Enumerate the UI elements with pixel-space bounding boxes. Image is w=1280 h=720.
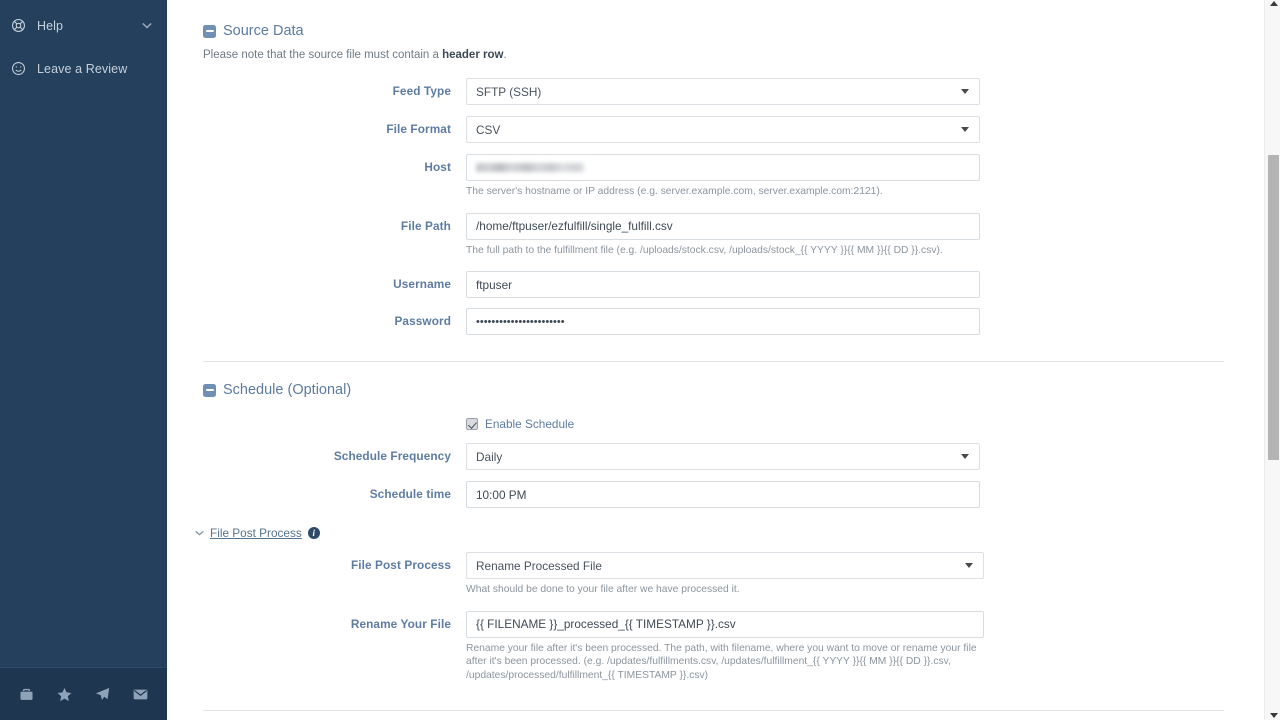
collapse-minus-icon[interactable] (203, 25, 216, 38)
vertical-scrollbar[interactable] (1264, 0, 1280, 720)
subsection-header-file-post-process[interactable]: File Post Process i (167, 526, 1259, 540)
main-content: Source Data Please note that the source … (167, 0, 1280, 720)
schedule-frequency-value: Daily (476, 450, 502, 464)
section-divider-schedule (203, 361, 1224, 362)
section-divider-field-mapping (203, 710, 1224, 711)
enable-schedule-label: Enable Schedule (485, 417, 574, 431)
field-row-feed-type: Feed Type SFTP (SSH) (167, 78, 1259, 105)
label-schedule-frequency: Schedule Frequency (167, 443, 466, 463)
field-row-rename-your-file: Rename Your File {{ FILENAME }}_processe… (167, 611, 1259, 683)
feed-type-value: SFTP (SSH) (476, 85, 541, 99)
label-username: Username (167, 271, 466, 291)
feed-type-select[interactable]: SFTP (SSH) (466, 78, 980, 105)
chevron-down-icon[interactable] (141, 20, 153, 32)
sidebar-bottom-toolbar (0, 667, 167, 720)
section-title-schedule: Schedule (Optional) (223, 382, 351, 398)
field-row-host: Host The server's hostname or IP address… (167, 154, 1259, 199)
file-format-value: CSV (476, 123, 500, 137)
help-rename-your-file: Rename your file after it's been process… (466, 642, 996, 683)
label-feed-type: Feed Type (167, 78, 466, 98)
paper-plane-icon[interactable] (90, 682, 114, 706)
help-file-post-process: What should be done to your file after w… (466, 583, 991, 597)
chevron-down-icon (961, 454, 969, 459)
file-post-process-link[interactable]: File Post Process (210, 526, 302, 540)
rename-your-file-input[interactable]: {{ FILENAME }}_processed_{{ TIMESTAMP }}… (466, 611, 984, 638)
label-host: Host (167, 154, 466, 174)
label-file-format: File Format (167, 116, 466, 136)
scrollbar-thumb[interactable] (1268, 155, 1279, 460)
schedule-time-value: 10:00 PM (476, 488, 527, 502)
section-header-schedule[interactable]: Schedule (Optional) (167, 382, 1259, 398)
star-icon[interactable] (53, 682, 77, 706)
file-format-select[interactable]: CSV (466, 116, 980, 143)
help-file-path: The full path to the fulfillment file (e… (466, 244, 991, 258)
chevron-down-icon (961, 127, 969, 132)
info-icon[interactable]: i (308, 527, 320, 539)
file-post-process-select[interactable]: Rename Processed File (466, 552, 984, 579)
field-row-file-path: File Path /home/ftpuser/ezfulfill/single… (167, 213, 1259, 258)
field-row-file-format: File Format CSV (167, 116, 1259, 143)
label-schedule-time: Schedule time (167, 481, 466, 501)
note-bold-header-row: header row (442, 49, 503, 61)
schedule-time-input[interactable]: 10:00 PM (466, 481, 980, 508)
schedule-frequency-select[interactable]: Daily (466, 443, 980, 470)
feed-settings-form: Source Data Please note that the source … (167, 0, 1259, 720)
briefcase-icon[interactable] (15, 682, 39, 706)
section-header-source-data[interactable]: Source Data (167, 23, 1259, 39)
password-value: ••••••••••••••••••••••• (476, 316, 565, 328)
chevron-down-icon (965, 563, 973, 568)
field-row-schedule-frequency: Schedule Frequency Daily (167, 443, 1259, 470)
file-post-process-value: Rename Processed File (476, 559, 602, 573)
lifebuoy-icon (10, 17, 27, 34)
field-row-enable-schedule: Enable Schedule (167, 415, 1259, 431)
section-title-source-data: Source Data (223, 23, 304, 39)
note-suffix: . (503, 49, 506, 61)
file-path-value: /home/ftpuser/ezfulfill/single_fulfill.c… (476, 219, 673, 233)
label-enable-schedule-spacer (167, 415, 466, 421)
label-file-post-process: File Post Process (167, 552, 466, 572)
collapse-minus-icon[interactable] (203, 384, 216, 397)
chevron-down-icon (961, 89, 969, 94)
label-rename-your-file: Rename Your File (167, 611, 466, 631)
source-data-note: Please note that the source file must co… (167, 49, 1259, 61)
field-row-username: Username ftpuser (167, 271, 1259, 298)
username-value: ftpuser (476, 278, 512, 292)
host-redacted-value (476, 163, 584, 172)
note-prefix: Please note that the source file must co… (203, 49, 442, 61)
chevron-down-icon[interactable] (195, 530, 204, 536)
username-input[interactable]: ftpuser (466, 271, 980, 298)
enable-schedule-checkbox-row[interactable]: Enable Schedule (466, 417, 1259, 431)
envelope-icon[interactable] (128, 682, 152, 706)
field-row-schedule-time: Schedule time 10:00 PM (167, 481, 1259, 508)
scroll-up-arrow-icon[interactable] (1270, 1, 1278, 6)
label-password: Password (167, 308, 466, 328)
sidebar-item-help[interactable]: Help (0, 4, 167, 47)
password-input[interactable]: ••••••••••••••••••••••• (466, 308, 980, 335)
smiley-icon (10, 60, 27, 77)
sidebar-item-leave-a-review-label: Leave a Review (37, 62, 153, 76)
sidebar: Help Leave a Review (0, 0, 167, 720)
enable-schedule-checkbox[interactable] (466, 418, 478, 430)
sidebar-item-help-label: Help (37, 19, 131, 33)
label-file-path: File Path (167, 213, 466, 233)
file-path-input[interactable]: /home/ftpuser/ezfulfill/single_fulfill.c… (466, 213, 980, 240)
scroll-down-arrow-icon[interactable] (1270, 713, 1278, 718)
field-row-file-post-process: File Post Process Rename Processed File … (167, 552, 1259, 597)
field-row-password: Password ••••••••••••••••••••••• (167, 308, 1259, 335)
sidebar-item-leave-a-review[interactable]: Leave a Review (0, 47, 167, 90)
help-host: The server's hostname or IP address (e.g… (466, 185, 991, 199)
host-input[interactable] (466, 154, 980, 181)
rename-your-file-value: {{ FILENAME }}_processed_{{ TIMESTAMP }}… (476, 617, 736, 631)
